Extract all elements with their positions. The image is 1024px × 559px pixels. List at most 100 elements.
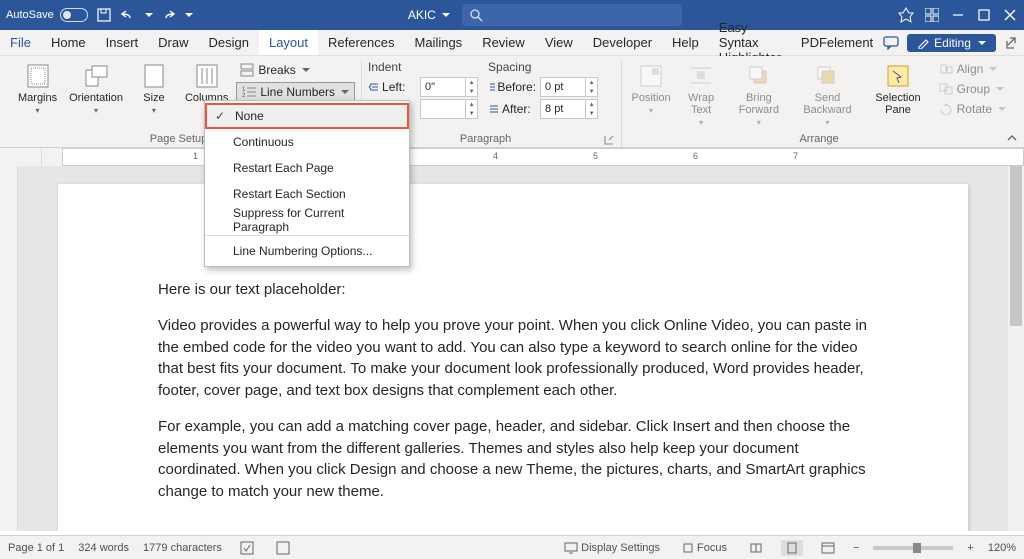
chevron-down-icon	[300, 63, 310, 77]
breaks-button[interactable]: Breaks	[236, 60, 355, 80]
line-numbers-restart-each-section[interactable]: Restart Each Section	[205, 181, 409, 207]
svg-text:2: 2	[242, 93, 246, 99]
wrap-text-button[interactable]: Wrap Text▾	[678, 60, 724, 129]
line-numbers-restart-each-page[interactable]: Restart Each Page	[205, 155, 409, 181]
pencil-icon	[917, 37, 929, 49]
size-button[interactable]: Size▾	[131, 60, 177, 117]
line-numbers-options[interactable]: Line Numbering Options...	[205, 238, 409, 264]
bring-forward-icon	[745, 62, 773, 90]
ribbon-options-icon[interactable]	[924, 7, 940, 23]
spacing-before-input[interactable]: 0 pt▲▼	[540, 77, 598, 97]
rotate-button[interactable]: Rotate	[935, 100, 1010, 118]
group-label-arrange: Arrange	[628, 133, 1010, 147]
autosave-label: AutoSave	[6, 9, 54, 21]
tab-file[interactable]: File	[0, 30, 41, 55]
spacing-after-input[interactable]: 8 pt▲▼	[540, 99, 598, 119]
margins-button[interactable]: Margins▾	[14, 60, 61, 117]
rotate-icon	[939, 103, 953, 115]
tab-references[interactable]: References	[318, 30, 404, 55]
line-numbers-continuous[interactable]: Continuous	[205, 129, 409, 155]
spacing-header: Spacing	[488, 60, 608, 74]
tab-pdfelement[interactable]: PDFelement	[791, 30, 883, 55]
search-box[interactable]	[462, 4, 682, 26]
undo-dropdown-icon[interactable]	[144, 7, 152, 23]
tab-home[interactable]: Home	[41, 30, 96, 55]
indent-header: Indent	[368, 60, 488, 74]
read-mode-icon[interactable]	[745, 542, 767, 554]
focus-mode-button[interactable]: Focus	[678, 542, 731, 554]
ruler-vertical[interactable]	[0, 166, 18, 531]
spacing-after-icon	[488, 104, 500, 114]
status-char-count[interactable]: 1779 characters	[143, 542, 222, 554]
document-page[interactable]: Here is our text placeholder: Video prov…	[58, 184, 968, 531]
zoom-in-button[interactable]: +	[967, 542, 973, 554]
zoom-out-button[interactable]: −	[853, 542, 859, 554]
zoom-slider[interactable]	[873, 546, 953, 550]
document-area: Here is our text placeholder: Video prov…	[0, 166, 1024, 531]
tab-developer[interactable]: Developer	[583, 30, 662, 55]
collapse-ribbon-icon[interactable]	[1006, 133, 1018, 143]
paragraph-intro[interactable]: Here is our text placeholder:	[158, 279, 868, 301]
share-icon[interactable]	[1004, 36, 1018, 50]
tab-review[interactable]: Review	[472, 30, 535, 55]
align-button[interactable]: Align	[935, 60, 1010, 78]
indent-left-icon	[368, 82, 380, 92]
line-numbers-none[interactable]: None	[205, 103, 409, 129]
orientation-button[interactable]: Orientation▾	[65, 60, 127, 117]
paragraph-body-2[interactable]: For example, you can add a matching cove…	[158, 416, 868, 503]
autosave-switch-icon[interactable]	[60, 8, 88, 22]
print-layout-icon[interactable]	[781, 540, 803, 556]
premium-icon[interactable]	[898, 7, 914, 23]
position-icon	[637, 62, 665, 90]
selection-pane-icon	[884, 62, 912, 90]
scrollbar-thumb[interactable]	[1010, 166, 1022, 326]
paragraph-dialog-launcher-icon[interactable]	[603, 134, 615, 146]
tab-layout[interactable]: Layout	[259, 30, 318, 55]
paragraph-body-1[interactable]: Video provides a powerful way to help yo…	[158, 315, 868, 402]
save-icon[interactable]	[96, 7, 112, 23]
line-numbers-icon: 12	[242, 85, 256, 99]
spell-check-icon[interactable]	[236, 541, 258, 555]
web-layout-icon[interactable]	[817, 542, 839, 554]
group-button[interactable]: Group	[935, 80, 1010, 98]
chevron-down-icon	[339, 85, 349, 99]
status-page[interactable]: Page 1 of 1	[8, 542, 64, 554]
title-bar: AutoSave AKIC	[0, 0, 1024, 30]
line-numbers-suppress[interactable]: Suppress for Current Paragraph	[205, 207, 409, 233]
minimize-icon[interactable]	[950, 7, 966, 23]
indent-left-input[interactable]: 0"▲▼	[420, 77, 478, 97]
tab-design[interactable]: Design	[199, 30, 259, 55]
send-backward-button[interactable]: Send Backward▾	[794, 60, 862, 129]
macros-icon[interactable]	[272, 541, 294, 555]
spacing-before-icon	[488, 82, 495, 92]
comments-icon[interactable]	[883, 36, 899, 50]
ruler-horizontal[interactable]: 123 456 7	[0, 148, 1024, 166]
tab-draw[interactable]: Draw	[148, 30, 198, 55]
bring-forward-button[interactable]: Bring Forward▾	[728, 60, 790, 129]
align-icon	[939, 63, 953, 75]
selection-pane-button[interactable]: Selection Pane	[865, 60, 930, 118]
document-title[interactable]: AKIC	[408, 8, 450, 22]
tab-view[interactable]: View	[535, 30, 583, 55]
close-icon[interactable]	[1002, 7, 1018, 23]
display-settings-button[interactable]: Display Settings	[560, 542, 664, 554]
redo-icon[interactable]	[160, 7, 176, 23]
vertical-scrollbar[interactable]	[1008, 166, 1024, 531]
undo-icon[interactable]	[120, 7, 136, 23]
indent-right-input[interactable]: ▲▼	[420, 99, 478, 119]
tab-mailings[interactable]: Mailings	[405, 30, 473, 55]
line-numbers-button[interactable]: 12 Line Numbers	[236, 82, 355, 102]
zoom-level[interactable]: 120%	[988, 542, 1016, 554]
position-button[interactable]: Position▾	[628, 60, 674, 117]
editing-mode-button[interactable]: Editing	[907, 34, 996, 52]
tab-easy-syntax-highlighter[interactable]: Easy Syntax Highlighter	[709, 30, 791, 55]
maximize-icon[interactable]	[976, 7, 992, 23]
tab-help[interactable]: Help	[662, 30, 709, 55]
autosave-toggle[interactable]: AutoSave	[6, 8, 88, 22]
qat-customize-icon[interactable]	[184, 7, 192, 23]
send-backward-icon	[813, 62, 841, 90]
orientation-icon	[82, 62, 110, 90]
menu-separator	[205, 235, 409, 236]
tab-insert[interactable]: Insert	[96, 30, 149, 55]
status-word-count[interactable]: 324 words	[78, 542, 129, 554]
